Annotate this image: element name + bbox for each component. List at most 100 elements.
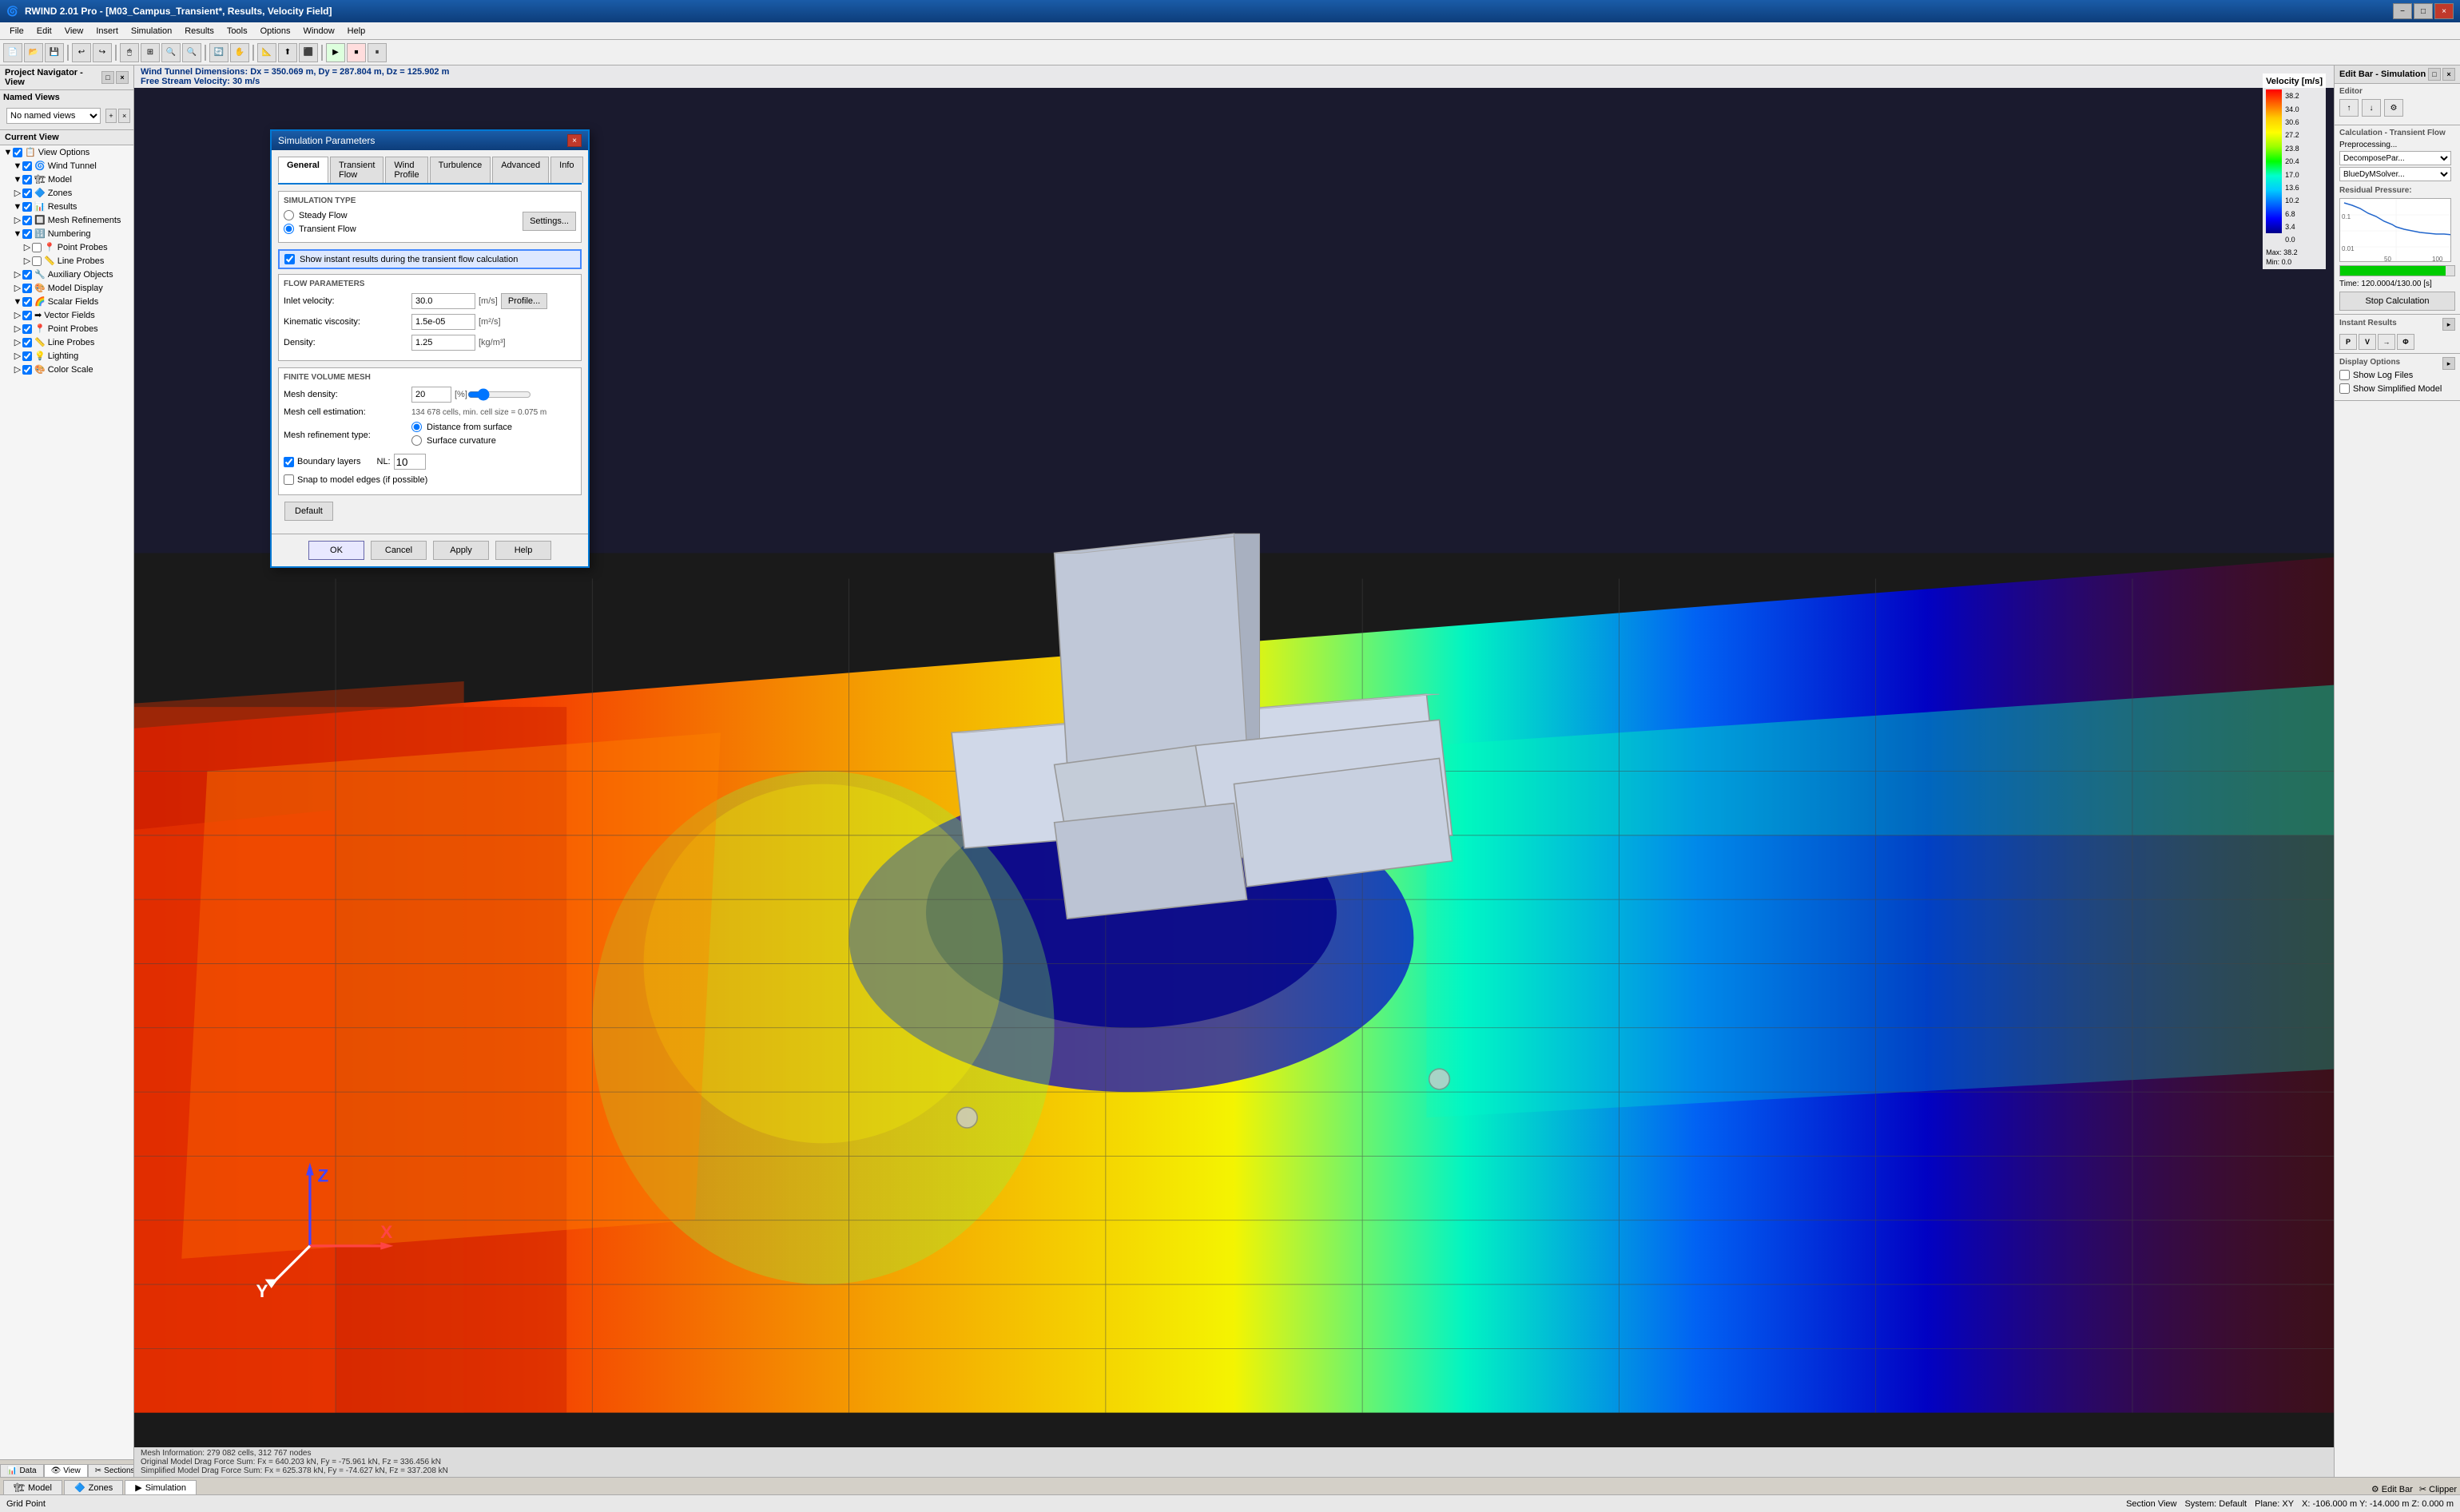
radio-transient[interactable] <box>284 224 294 234</box>
menu-item-file[interactable]: File <box>3 25 30 38</box>
checkbox-results[interactable] <box>22 202 32 212</box>
expand-icon-sf[interactable]: ▼ <box>13 297 22 307</box>
tree-item-mesh-refinements[interactable]: ▷ 🔲 Mesh Refinements <box>0 213 133 227</box>
tree-item-line-probes[interactable]: ▷ 📏 Line Probes <box>0 254 133 268</box>
checkbox-vector-fields[interactable] <box>22 311 32 320</box>
tree-item-model-display[interactable]: ▷ 🎨 Model Display <box>0 281 133 295</box>
checkbox-mesh-ref[interactable] <box>22 216 32 225</box>
named-views-add-btn[interactable]: + <box>105 109 117 123</box>
toolbar-redo[interactable]: ↪ <box>93 43 112 62</box>
expand-icon-num[interactable]: ▼ <box>13 229 22 239</box>
expand-icon-lp2[interactable]: ▷ <box>13 338 22 347</box>
profile-btn[interactable]: Profile... <box>501 293 547 309</box>
toolbar-save[interactable]: 💾 <box>45 43 64 62</box>
left-tab-data[interactable]: 📊 Data <box>0 1464 44 1477</box>
toolbar-sim-pause[interactable]: ⏸ <box>368 43 387 62</box>
bottom-tab-simulation[interactable]: ▶ Simulation <box>125 1480 197 1494</box>
toolbar-front[interactable]: ⬛ <box>299 43 318 62</box>
display-options-expand[interactable]: ▸ <box>2442 357 2455 370</box>
tree-item-scalar-fields[interactable]: ▼ 🌈 Scalar Fields <box>0 295 133 308</box>
menu-item-help[interactable]: Help <box>341 25 372 38</box>
edit-icon-arrow-down[interactable]: ↓ <box>2362 99 2381 117</box>
checkbox-lighting[interactable] <box>22 351 32 361</box>
expand-icon-md[interactable]: ▷ <box>13 284 22 293</box>
ir-icon-phi[interactable]: Φ <box>2397 334 2414 350</box>
toolbar-new[interactable]: 📄 <box>3 43 22 62</box>
menu-item-simulation[interactable]: Simulation <box>125 25 178 38</box>
ir-icon-v[interactable]: V <box>2359 334 2376 350</box>
expand-icon-lp[interactable]: ▷ <box>22 256 32 266</box>
toolbar-zoom-fit[interactable]: ⊞ <box>141 43 160 62</box>
tab-general[interactable]: General <box>278 157 328 183</box>
toolbar-rotate[interactable]: 🔄 <box>209 43 229 62</box>
boundary-layers-checkbox[interactable] <box>284 457 294 467</box>
tab-info[interactable]: Info <box>550 157 582 183</box>
tree-item-color-scale[interactable]: ▷ 🎨 Color Scale <box>0 363 133 376</box>
toolbar-zoom-out[interactable]: 🔍 <box>182 43 201 62</box>
tree-item-results[interactable]: ▼ 📊 Results <box>0 200 133 213</box>
edit-icon-settings[interactable]: ⚙ <box>2384 99 2403 117</box>
edit-bar-status-btn[interactable]: ⚙ Edit Bar <box>2371 1484 2413 1494</box>
checkbox-line-probes[interactable] <box>32 256 42 266</box>
right-panel-float[interactable]: □ <box>2428 68 2441 81</box>
expand-icon-pp[interactable]: ▷ <box>22 243 32 252</box>
settings-btn[interactable]: Settings... <box>523 212 576 231</box>
ir-icon-p[interactable]: P <box>2339 334 2357 350</box>
left-tab-view[interactable]: 👁 View <box>44 1464 88 1477</box>
checkbox-zones[interactable] <box>22 189 32 198</box>
show-simplified-checkbox[interactable] <box>2339 383 2350 394</box>
expand-icon-cs[interactable]: ▷ <box>13 365 22 375</box>
dialog-close-btn[interactable]: × <box>567 134 582 147</box>
toolbar-perspective[interactable]: 📐 <box>257 43 276 62</box>
radio-steady[interactable] <box>284 210 294 220</box>
toolbar-top[interactable]: ⬆ <box>278 43 297 62</box>
radio-distance[interactable] <box>411 422 422 432</box>
checkbox-model-display[interactable] <box>22 284 32 293</box>
panel-float-btn[interactable]: □ <box>101 71 114 84</box>
toolbar-zoom-in[interactable]: 🔍 <box>161 43 181 62</box>
toolbar-pan[interactable]: ✋ <box>230 43 249 62</box>
right-panel-close[interactable]: × <box>2442 68 2455 81</box>
decompose-dropdown[interactable]: DecomposePar... <box>2339 151 2451 165</box>
instant-results-checkbox[interactable] <box>284 254 295 264</box>
expand-icon-vf[interactable]: ▷ <box>13 311 22 320</box>
edit-icon-arrow-up[interactable]: ↑ <box>2339 99 2359 117</box>
menu-item-edit[interactable]: Edit <box>30 25 58 38</box>
toolbar-select[interactable]: 🖱 <box>120 43 139 62</box>
named-views-select[interactable]: No named views <box>6 108 101 124</box>
checkbox-aux[interactable] <box>22 270 32 280</box>
named-views-remove-btn[interactable]: × <box>118 109 130 123</box>
toolbar-open[interactable]: 📂 <box>24 43 43 62</box>
maximize-btn[interactable]: □ <box>2414 3 2433 19</box>
apply-btn[interactable]: Apply <box>433 541 489 560</box>
checkbox-numbering[interactable] <box>22 229 32 239</box>
checkbox-point-probes2[interactable] <box>22 324 32 334</box>
inlet-velocity-input[interactable] <box>411 293 475 309</box>
default-btn[interactable]: Default <box>284 502 333 521</box>
kinematic-viscosity-input[interactable] <box>411 314 475 330</box>
mesh-density-input[interactable] <box>411 387 451 403</box>
tree-item-point-probes2[interactable]: ▷ 📍 Point Probes <box>0 322 133 335</box>
instant-results-expand[interactable]: ▸ <box>2442 318 2455 331</box>
checkbox-line-probes2[interactable] <box>22 338 32 347</box>
expand-icon[interactable]: ▼ <box>3 148 13 157</box>
cancel-btn[interactable]: Cancel <box>371 541 427 560</box>
panel-close-btn[interactable]: × <box>116 71 129 84</box>
radio-surface[interactable] <box>411 435 422 446</box>
minimize-btn[interactable]: − <box>2393 3 2412 19</box>
tree-item-numbering[interactable]: ▼ 🔢 Numbering <box>0 227 133 240</box>
tree-item-lighting[interactable]: ▷ 💡 Lighting <box>0 349 133 363</box>
menu-item-options[interactable]: Options <box>254 25 297 38</box>
toolbar-undo[interactable]: ↩ <box>72 43 91 62</box>
stop-calculation-btn[interactable]: Stop Calculation <box>2339 292 2455 311</box>
close-btn[interactable]: × <box>2434 3 2454 19</box>
tree-item-zones[interactable]: ▷ 🔷 Zones <box>0 186 133 200</box>
menu-item-window[interactable]: Window <box>297 25 341 38</box>
ok-btn[interactable]: OK <box>308 541 364 560</box>
tab-advanced[interactable]: Advanced <box>492 157 549 183</box>
tree-item-line-probes2[interactable]: ▷ 📏 Line Probes <box>0 335 133 349</box>
checkbox-color-scale[interactable] <box>22 365 32 375</box>
tab-transient-flow[interactable]: Transient Flow <box>330 157 384 183</box>
help-btn[interactable]: Help <box>495 541 551 560</box>
bottom-tab-model[interactable]: 🏗 Model <box>3 1480 62 1494</box>
